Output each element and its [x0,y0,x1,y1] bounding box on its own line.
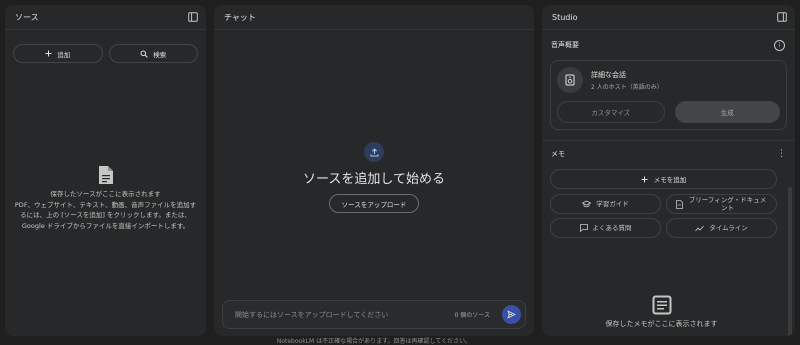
memo-empty-state: 保存したメモがここに表示されます [542,295,781,329]
send-button[interactable] [502,305,521,324]
timeline-icon [695,225,705,232]
sources-empty-description: PDF、ウェブサイト、テキスト、動画、音声ファイルを追加するには、上の [ソース… [14,200,197,230]
add-memo-label: メモを追加 [653,176,687,184]
chat-input-box[interactable]: 開始するにはソースをアップロードしてください 0 個のソース [222,300,526,329]
studio-scrollbar[interactable] [788,187,792,336]
audio-overview-card: 詳細な会話 2 人のホスト（英語のみ） カスタマイズ 生成 [550,60,787,130]
briefing-document-button[interactable]: ブリーフィング・ドキュメント [666,194,777,214]
sources-empty-title: 保存したソースがここに表示されます [50,190,161,198]
more-options-icon[interactable]: ⋮ [777,150,786,159]
audio-card-title: 詳細な会話 [591,70,626,79]
studio-panel: Studio 音声概要 i 詳細な会話 2 人のホスト（英語のみ） カスタマイズ… [542,5,795,336]
add-source-button[interactable]: 追加 [13,44,103,63]
timeline-button[interactable]: タイムライン [666,218,777,238]
document-icon [13,165,198,185]
chat-question-icon [579,224,588,232]
search-sparkle-icon [140,50,149,58]
send-icon [507,310,516,319]
studio-divider [542,140,795,141]
memo-label: メモ [551,150,565,158]
audio-overview-label: 音声概要 [551,41,579,49]
note-icon [542,295,781,315]
studio-title: Studio [552,12,578,22]
discover-label: 検索 [153,50,167,59]
generate-button[interactable]: 生成 [674,101,780,123]
info-icon[interactable]: i [774,39,785,51]
collapse-panel-icon[interactable] [188,12,198,22]
upload-source-button[interactable]: ソースをアップロード [328,194,420,213]
sources-empty-state: 保存したソースがここに表示されます PDF、ウェブサイト、テキスト、動画、音声フ… [13,165,198,231]
studio-header: Studio [542,5,795,30]
study-guide-label: 学習ガイド [596,200,629,208]
graduation-cap-icon [582,200,592,208]
audio-overview-row: 音声概要 i [542,34,795,56]
briefing-document-label: ブリーフィング・ドキュメント [688,196,767,212]
chat-header: チャット [214,5,534,30]
study-guide-button[interactable]: 学習ガイド [550,194,661,214]
memo-actions: 学習ガイド ブリーフィング・ドキュメント よくある質問 タイムライン [550,194,777,238]
chat-title: チャット [224,12,256,22]
plus-icon [45,50,52,57]
chat-input[interactable]: 開始するにはソースをアップロードしてください [235,310,455,320]
audio-card-subtitle: 2 人のホスト（英語のみ） [591,83,663,91]
upload-icon [364,142,384,162]
faq-button[interactable]: よくある質問 [550,218,661,238]
sources-title: ソース [15,12,39,22]
source-count: 0 個のソース [454,312,490,319]
faq-label: よくある質問 [592,224,632,232]
timeline-label: タイムライン [709,224,748,232]
memo-empty-title: 保存したメモがここに表示されます [605,320,718,328]
sources-header: ソース [5,5,206,30]
collapse-panel-icon[interactable] [777,12,787,22]
discover-sources-button[interactable]: 検索 [108,44,198,63]
chat-empty-state: ソースを追加して始める ソースをアップロード [214,142,534,213]
document-icon [675,199,683,209]
memo-header: メモ ⋮ [542,145,795,163]
add-memo-button[interactable]: メモを追加 [550,169,777,189]
customize-button[interactable]: カスタマイズ [557,101,665,123]
sources-panel: ソース 追加 検索 保存したソースがここに表示されます PDF、ウェブサイト、テ… [5,5,206,336]
plus-icon [641,176,648,183]
chat-heading: ソースを追加して始める [303,172,445,187]
chat-panel: チャット ソースを追加して始める ソースをアップロード 開始するにはソースをアッ… [214,5,534,336]
speaker-icon [557,67,583,93]
add-source-label: 追加 [57,50,71,59]
